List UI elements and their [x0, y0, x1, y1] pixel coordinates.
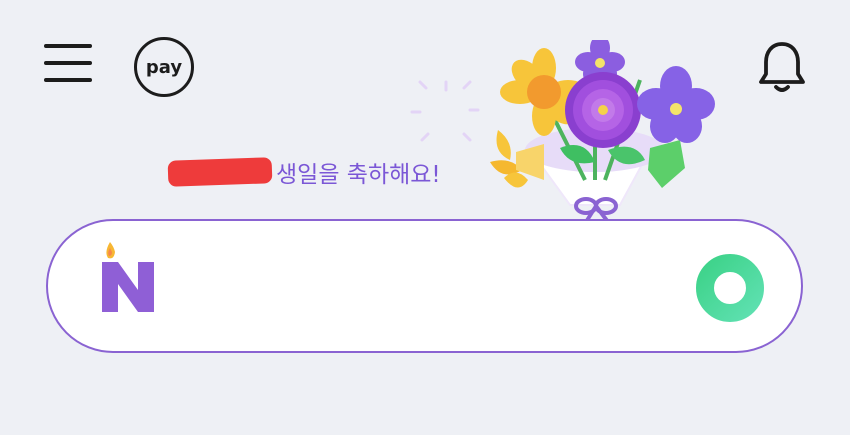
- green-circle-icon[interactable]: [696, 254, 764, 322]
- pay-label: pay: [145, 56, 183, 78]
- redacted-name: [167, 157, 273, 187]
- birthday-greeting: 생일을 축하해요!: [167, 152, 441, 192]
- flower-bouquet-icon: [410, 40, 715, 224]
- bell-icon[interactable]: [756, 38, 808, 94]
- pay-button[interactable]: pay: [134, 37, 194, 97]
- greeting-text: 생일을 축하해요!: [276, 162, 441, 188]
- naver-n-birthday-candle-icon[interactable]: [98, 238, 160, 316]
- hamburger-menu-icon[interactable]: [44, 44, 92, 84]
